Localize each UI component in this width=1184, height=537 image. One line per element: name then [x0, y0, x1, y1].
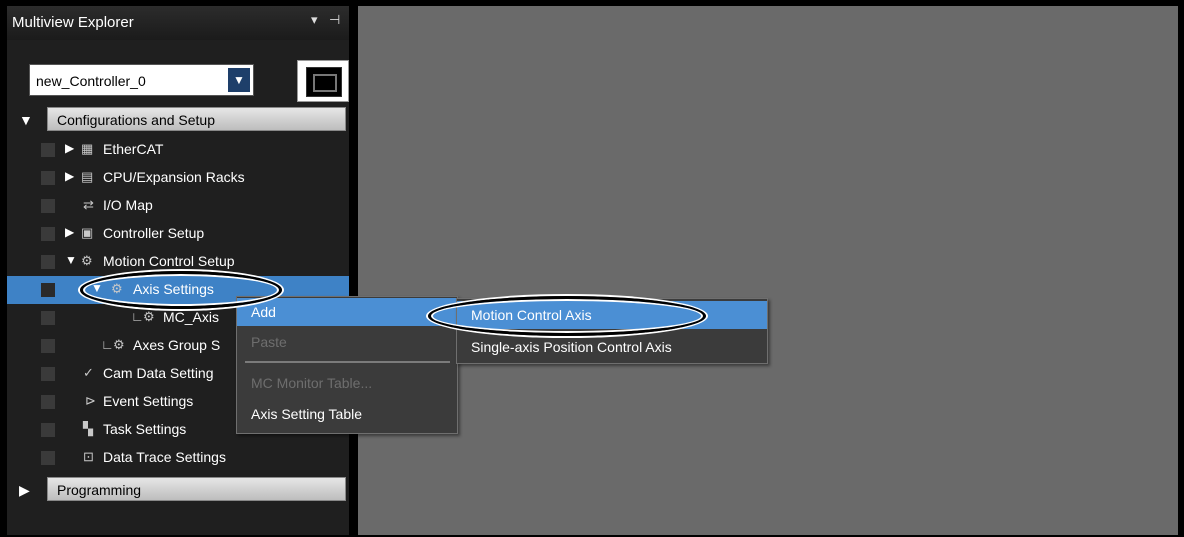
tree-checkbox[interactable]	[41, 283, 55, 297]
context-menu: Add Paste MC Monitor Table... Axis Setti…	[236, 296, 458, 434]
panel-title: Multiview Explorer	[12, 14, 134, 31]
gear-icon: ⚙	[81, 253, 93, 268]
collapse-triangle-icon[interactable]: ▼	[19, 112, 33, 128]
tree-checkbox[interactable]	[41, 311, 55, 325]
tree-checkbox[interactable]	[41, 171, 55, 185]
cam-icon: ✓	[83, 365, 94, 380]
menu-item-label: Axis Setting Table	[251, 406, 363, 422]
rack-icon: ▤	[81, 169, 94, 184]
menu-separator	[245, 361, 450, 363]
tree-checkbox[interactable]	[41, 339, 55, 353]
tree-branch-icon: ∟	[101, 337, 114, 352]
highlight-oval-motion-control-axis	[428, 296, 706, 336]
ethercat-icon: ▦	[81, 141, 94, 156]
tree-item-label: Event Settings	[103, 393, 194, 409]
menu-item-label: Paste	[251, 334, 287, 350]
task-icon: ▚	[83, 421, 93, 436]
menu-item-label: MC Monitor Table...	[251, 375, 373, 391]
tree-item-controller-setup[interactable]: ▶ ▣ Controller Setup	[7, 220, 349, 248]
menu-item-single-axis-position-control-axis[interactable]: Single-axis Position Control Axis	[457, 333, 767, 361]
expand-icon[interactable]: ▶	[65, 141, 74, 155]
group-configurations-setup[interactable]: Configurations and Setup	[47, 107, 346, 131]
event-flag-icon: ⊳	[85, 393, 96, 408]
tree-item-label: MC_Axis	[163, 309, 220, 325]
tree-item-label: Motion Control Setup	[103, 253, 235, 269]
group-label: Programming	[57, 482, 142, 498]
controller-select-value: new_Controller_0	[36, 73, 146, 89]
tree-item-cpu-racks[interactable]: ▶ ▤ CPU/Expansion Racks	[7, 164, 349, 192]
menu-item-label: Single-axis Position Control Axis	[471, 339, 672, 355]
group-label: Configurations and Setup	[57, 112, 215, 128]
tree-checkbox[interactable]	[41, 199, 55, 213]
tree-item-ethercat[interactable]: ▶ ▦ EtherCAT	[7, 136, 349, 164]
tree-item-label: Cam Data Setting	[103, 365, 214, 381]
dropdown-arrow-icon[interactable]: ▼	[228, 68, 250, 92]
menu-item-add[interactable]: Add	[237, 298, 457, 326]
tree-item-label: Task Settings	[103, 421, 187, 437]
gear-icon: ⚙	[143, 309, 155, 324]
tree-checkbox[interactable]	[41, 143, 55, 157]
menu-item-mc-monitor-table: MC Monitor Table...	[237, 369, 457, 397]
menu-item-paste: Paste	[237, 328, 457, 356]
tree-item-label: I/O Map	[103, 197, 153, 213]
tree-checkbox[interactable]	[41, 255, 55, 269]
menu-item-label: Add	[251, 304, 276, 320]
io-map-icon: ⇄	[83, 197, 94, 212]
tree-item-label: EtherCAT	[103, 141, 164, 157]
data-trace-icon: ⊡	[83, 449, 94, 464]
tree-item-data-trace[interactable]: ⊡ Data Trace Settings	[7, 444, 349, 472]
tree-item-label: Axes Group S	[133, 337, 221, 353]
tree-item-label: CPU/Expansion Racks	[103, 169, 245, 185]
tree-checkbox[interactable]	[41, 227, 55, 241]
editor-area	[358, 6, 1178, 535]
panel-menu-icon[interactable]: ▾	[311, 12, 318, 28]
controller-select[interactable]: new_Controller_0 ▼	[29, 64, 254, 96]
tree-checkbox[interactable]	[41, 367, 55, 381]
axes-group-icon: ⚙	[113, 337, 125, 352]
tree-branch-icon: ∟	[131, 309, 144, 324]
expand-triangle-icon[interactable]: ▶	[19, 482, 30, 499]
controller-setup-icon: ▣	[81, 225, 94, 240]
tree-checkbox[interactable]	[41, 451, 55, 465]
panel-title-bar: Multiview Explorer ▾ ⊣	[7, 6, 349, 40]
menu-item-axis-setting-table[interactable]: Axis Setting Table	[237, 400, 457, 428]
tree-item-io-map[interactable]: ⇄ I/O Map	[7, 192, 349, 220]
pin-icon[interactable]: ⊣	[329, 12, 340, 28]
controller-icon[interactable]	[297, 60, 349, 102]
tree-checkbox[interactable]	[41, 423, 55, 437]
tree-checkbox[interactable]	[41, 395, 55, 409]
tree-item-label: Data Trace Settings	[103, 449, 226, 465]
expand-icon[interactable]: ▶	[65, 169, 74, 183]
collapse-icon[interactable]: ▼	[65, 253, 77, 267]
expand-icon[interactable]: ▶	[65, 225, 74, 239]
tree-item-label: Controller Setup	[103, 225, 205, 241]
group-programming[interactable]: Programming	[47, 477, 346, 501]
highlight-oval-axis-settings	[80, 271, 282, 309]
